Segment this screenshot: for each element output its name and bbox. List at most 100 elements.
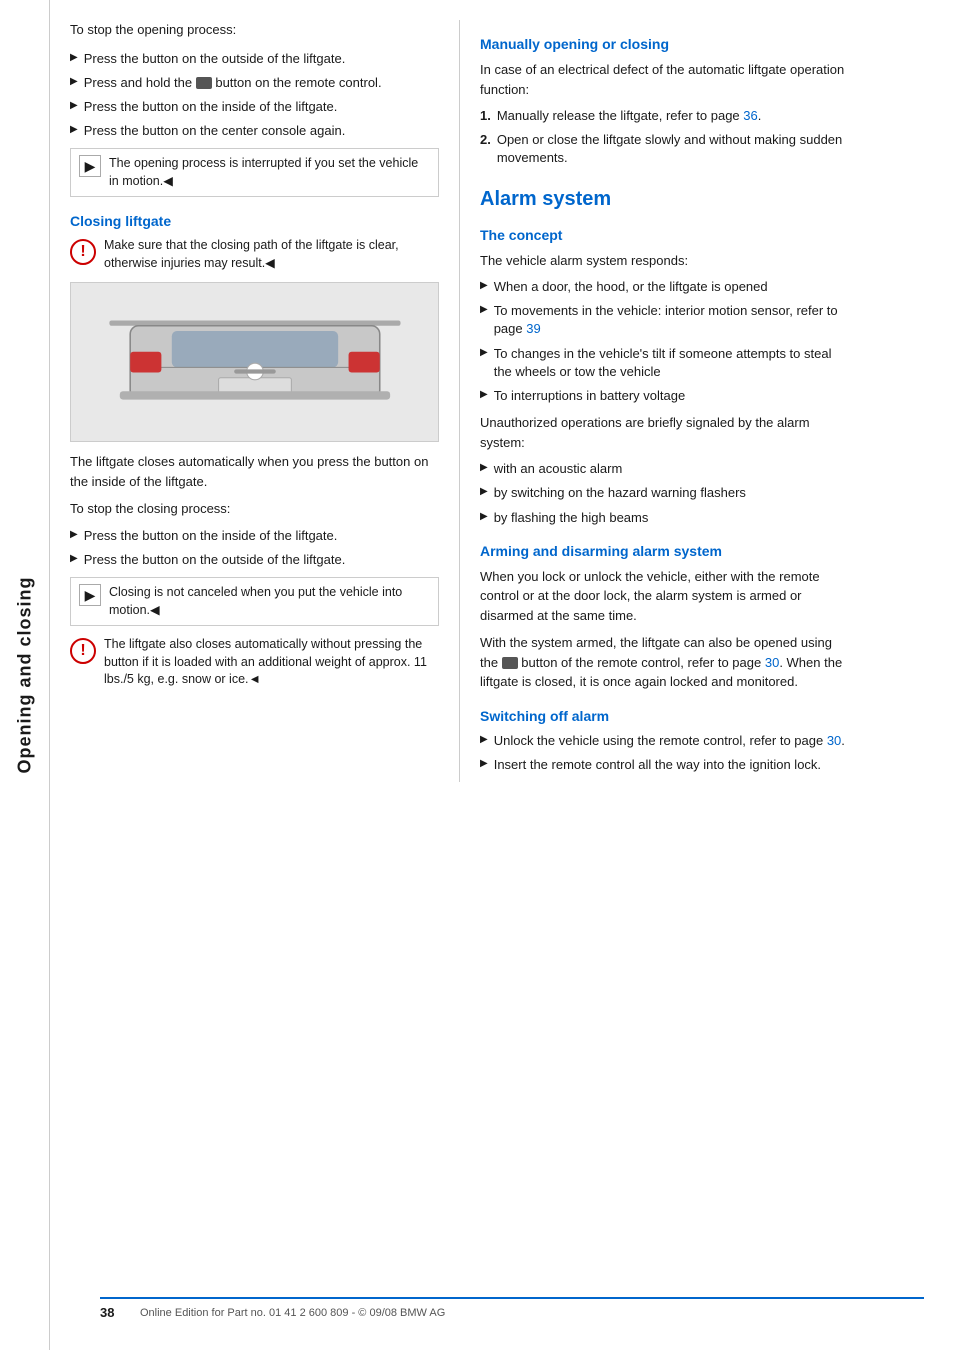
unauthorized-text: Unauthorized operations are briefly sign… bbox=[480, 413, 850, 452]
bullet-text: When a door, the hood, or the liftgate i… bbox=[494, 278, 850, 296]
page-link-30[interactable]: 30 bbox=[765, 655, 779, 670]
bullet-triangle: ▶ bbox=[480, 510, 488, 524]
manually-intro: In case of an electrical defect of the a… bbox=[480, 60, 850, 99]
note-text: Closing is not canceled when you put the… bbox=[109, 584, 430, 619]
list-item: 2. Open or close the liftgate slowly and… bbox=[480, 131, 850, 167]
bullet-text: with an acoustic alarm bbox=[494, 460, 850, 478]
note-icon: ▶ bbox=[79, 584, 101, 606]
bullet-text: Press the button on the center console a… bbox=[84, 122, 439, 140]
alarm-system-heading: Alarm system bbox=[480, 188, 850, 211]
bullet-text: To interruptions in battery voltage bbox=[494, 387, 850, 405]
bullet-text: Press the button on the inside of the li… bbox=[84, 527, 439, 545]
note-closing: ▶ Closing is not canceled when you put t… bbox=[70, 577, 439, 626]
list-item: ▶ by flashing the high beams bbox=[480, 509, 850, 527]
bullet-text: Unlock the vehicle using the remote cont… bbox=[494, 732, 850, 750]
alarm-signals-list: ▶ with an acoustic alarm ▶ by switching … bbox=[480, 460, 850, 527]
step-num: 2. bbox=[480, 131, 491, 149]
bullet-text: by flashing the high beams bbox=[494, 509, 850, 527]
concept-intro: The vehicle alarm system responds: bbox=[480, 251, 850, 271]
closing-liftgate-heading: Closing liftgate bbox=[70, 213, 439, 229]
switching-heading: Switching off alarm bbox=[480, 708, 850, 724]
concept-heading: The concept bbox=[480, 227, 850, 243]
manually-heading: Manually opening or closing bbox=[480, 36, 850, 52]
bullet-text: by switching on the hazard warning flash… bbox=[494, 484, 850, 502]
stop-closing-intro: To stop the closing process: bbox=[70, 499, 439, 519]
footer-page-num: 38 bbox=[100, 1305, 130, 1320]
bullet-triangle: ▶ bbox=[480, 303, 488, 317]
bullet-triangle: ▶ bbox=[480, 461, 488, 475]
right-column: Manually opening or closing In case of a… bbox=[460, 20, 850, 782]
arming-text1: When you lock or unlock the vehicle, eit… bbox=[480, 567, 850, 626]
switching-bullets-list: ▶ Unlock the vehicle using the remote co… bbox=[480, 732, 850, 774]
list-item: ▶ Press the button on the center console… bbox=[70, 122, 439, 140]
bullet-triangle: ▶ bbox=[70, 99, 78, 113]
bullet-text: Insert the remote control all the way in… bbox=[494, 756, 850, 774]
arming-heading: Arming and disarming alarm system bbox=[480, 543, 850, 559]
page-wrapper: Opening and closing To stop the opening … bbox=[0, 0, 954, 1350]
step-text: Manually release the liftgate, refer to … bbox=[497, 107, 762, 125]
car-image bbox=[70, 282, 439, 442]
bullet-triangle: ▶ bbox=[70, 123, 78, 137]
bullet-triangle: ▶ bbox=[70, 552, 78, 566]
list-item: ▶ When a door, the hood, or the liftgate… bbox=[480, 278, 850, 296]
list-item: ▶ To movements in the vehicle: interior … bbox=[480, 302, 850, 338]
list-item: ▶ by switching on the hazard warning fla… bbox=[480, 484, 850, 502]
bullet-text: Press the button on the inside of the li… bbox=[84, 98, 439, 116]
note-text: The opening process is interrupted if yo… bbox=[109, 155, 430, 190]
page-link-30b[interactable]: 30 bbox=[827, 733, 841, 748]
page-footer: 38 Online Edition for Part no. 01 41 2 6… bbox=[100, 1297, 924, 1320]
warning-auto: ! The liftgate also closes automatically… bbox=[70, 636, 439, 689]
list-item: ▶ Insert the remote control all the way … bbox=[480, 756, 850, 774]
remote-icon bbox=[196, 77, 212, 89]
bullet-text: To changes in the vehicle's tilt if some… bbox=[494, 345, 850, 381]
list-item: ▶ Press the button on the outside of the… bbox=[70, 551, 439, 569]
bullet-triangle: ▶ bbox=[480, 279, 488, 293]
list-item: ▶ with an acoustic alarm bbox=[480, 460, 850, 478]
arming-text2: With the system armed, the liftgate can … bbox=[480, 633, 850, 692]
list-item: ▶ Press the button on the inside of the … bbox=[70, 98, 439, 116]
list-item: ▶ To changes in the vehicle's tilt if so… bbox=[480, 345, 850, 381]
manually-steps-list: 1. Manually release the liftgate, refer … bbox=[480, 107, 850, 168]
list-item: ▶ Press and hold the button on the remot… bbox=[70, 74, 439, 92]
list-item: ▶ Press the button on the outside of the… bbox=[70, 50, 439, 68]
note-icon: ▶ bbox=[79, 155, 101, 177]
sidebar-label: Opening and closing bbox=[15, 576, 36, 773]
warning-text: The liftgate also closes automatically w… bbox=[104, 636, 439, 689]
bullet-triangle: ▶ bbox=[70, 51, 78, 65]
warning-icon: ! bbox=[70, 638, 96, 664]
list-item: ▶ To interruptions in battery voltage bbox=[480, 387, 850, 405]
car-svg bbox=[99, 295, 411, 429]
bullet-text: Press the button on the outside of the l… bbox=[84, 551, 439, 569]
page-link-36[interactable]: 36 bbox=[743, 108, 757, 123]
list-item: 1. Manually release the liftgate, refer … bbox=[480, 107, 850, 125]
bullet-triangle: ▶ bbox=[480, 757, 488, 771]
remote-icon bbox=[502, 657, 518, 669]
sidebar: Opening and closing bbox=[0, 0, 50, 1350]
bullet-text: To movements in the vehicle: interior mo… bbox=[494, 302, 850, 338]
content-area: To stop the opening process: ▶ Press the… bbox=[70, 20, 929, 782]
stop-closing-list: ▶ Press the button on the inside of the … bbox=[70, 527, 439, 569]
warning-icon: ! bbox=[70, 239, 96, 265]
stop-opening-list: ▶ Press the button on the outside of the… bbox=[70, 50, 439, 141]
bullet-triangle: ▶ bbox=[480, 485, 488, 499]
warning-text: Make sure that the closing path of the l… bbox=[104, 237, 439, 272]
concept-bullets-list: ▶ When a door, the hood, or the liftgate… bbox=[480, 278, 850, 405]
bullet-triangle: ▶ bbox=[70, 75, 78, 89]
list-item: ▶ Unlock the vehicle using the remote co… bbox=[480, 732, 850, 750]
bullet-triangle: ▶ bbox=[480, 388, 488, 402]
bullet-text: Press and hold the button on the remote … bbox=[84, 74, 439, 92]
bullet-triangle: ▶ bbox=[480, 733, 488, 747]
note-opening: ▶ The opening process is interrupted if … bbox=[70, 148, 439, 197]
list-item: ▶ Press the button on the inside of the … bbox=[70, 527, 439, 545]
bullet-text: Press the button on the outside of the l… bbox=[84, 50, 439, 68]
page-link-39[interactable]: 39 bbox=[526, 321, 540, 336]
left-column: To stop the opening process: ▶ Press the… bbox=[70, 20, 460, 782]
footer-edition-text: Online Edition for Part no. 01 41 2 600 … bbox=[140, 1307, 445, 1319]
step-num: 1. bbox=[480, 107, 491, 125]
step-text: Open or close the liftgate slowly and wi… bbox=[497, 131, 850, 167]
stop-opening-intro: To stop the opening process: bbox=[70, 20, 439, 40]
liftgate-auto-close: The liftgate closes automatically when y… bbox=[70, 452, 439, 491]
bullet-triangle: ▶ bbox=[480, 346, 488, 360]
warning-closing: ! Make sure that the closing path of the… bbox=[70, 237, 439, 272]
bullet-triangle: ▶ bbox=[70, 528, 78, 542]
